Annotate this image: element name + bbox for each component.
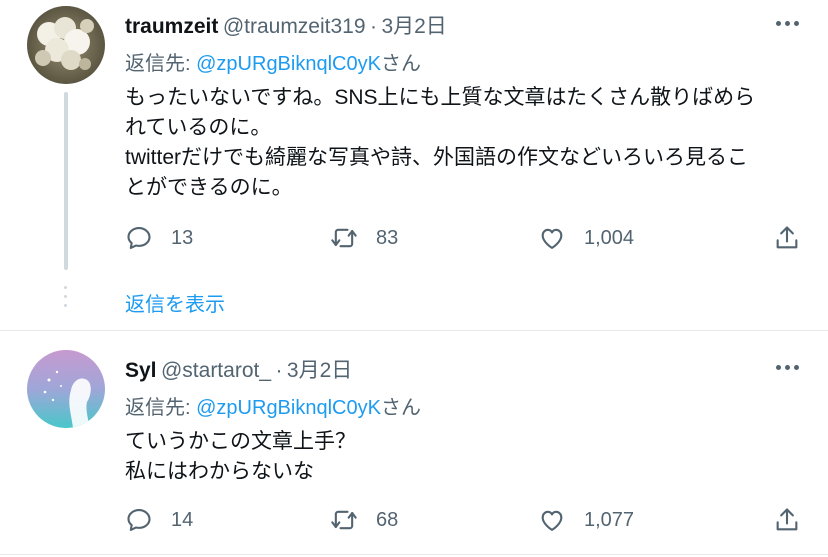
reply-button[interactable]: 14 [125,506,193,534]
more-icon[interactable] [776,21,799,26]
like-count: 1,004 [584,226,635,249]
reply-to-prefix: 返信先: [125,53,197,75]
user-handle[interactable]: @traumzeit319 [223,15,366,38]
reply-count: 13 [171,226,194,249]
display-name[interactable]: traumzeit [125,15,218,38]
divider [0,554,828,555]
reply-button[interactable]: 13 [125,224,193,252]
user-handle[interactable]: @startarot_ [161,359,271,382]
share-icon [776,508,798,531]
tweet-text-line: 私にはわからないな [125,460,314,483]
reply-icon [127,227,151,249]
tweet-text: ていうかこの文章上手？ 私にはわからないな [125,427,356,487]
like-count: 1,077 [584,508,635,531]
avatar[interactable] [27,350,105,428]
tweet-date[interactable]: 3月2日 [287,359,352,382]
tweet-text-line: れているのに。 [125,116,272,139]
tweet-text-line: もったいないですね。SNS上にも上質な文章はたくさん散りばめら [125,86,756,109]
tweet-text-line: twitterだけでも綺麗な写真や詩、外国語の作文などいろいろ見るこ [125,146,749,169]
like-button[interactable]: 1,077 [538,506,634,534]
tweet-text: もったいないですね。SNS上にも上質な文章はたくさん散りばめら れているのに。 … [125,83,755,203]
avatar[interactable] [27,6,105,84]
reply-to-line: 返信先: @zpURgBiknqlC0yKさん [125,391,421,420]
share-button[interactable] [773,506,801,534]
show-replies-link[interactable]: 返信を表示 [125,288,225,317]
divider [0,330,828,331]
retweet-button[interactable]: 68 [330,506,398,534]
tweet-header: Syl @startarot_ · 3月2日 [125,354,352,384]
tweet-text-line: ていうかこの文章上手？ [125,430,356,453]
reply-to-suffix: さん [380,53,421,75]
like-icon [541,228,563,249]
retweet-count: 83 [376,226,399,249]
share-button[interactable] [773,224,801,252]
reply-count: 14 [171,508,194,531]
share-icon [776,226,798,249]
reply-to-line: 返信先: @zpURgBiknqlC0yKさん [125,47,421,76]
separator-dot: · [275,359,283,382]
reply-to-mention[interactable]: @zpURgBiknqlC0yK [196,397,381,419]
like-icon [541,510,563,531]
retweet-icon [331,228,357,248]
tweet-text-line: とができるのに。 [125,176,293,199]
reply-to-suffix: さん [380,397,421,419]
tweet-date[interactable]: 3月2日 [381,15,446,38]
thread-dots [64,286,68,307]
reply-to-prefix: 返信先: [125,397,197,419]
retweet-icon [331,510,357,530]
more-icon[interactable] [776,365,799,370]
thread-line [64,92,68,270]
retweet-count: 68 [376,508,399,531]
reply-to-mention[interactable]: @zpURgBiknqlC0yK [196,53,381,75]
retweet-button[interactable]: 83 [330,224,398,252]
tweet-header: traumzeit @traumzeit319 · 3月2日 [125,10,447,40]
separator-dot: · [369,15,377,38]
reply-icon [127,509,151,531]
like-button[interactable]: 1,004 [538,224,634,252]
display-name[interactable]: Syl [125,359,157,382]
